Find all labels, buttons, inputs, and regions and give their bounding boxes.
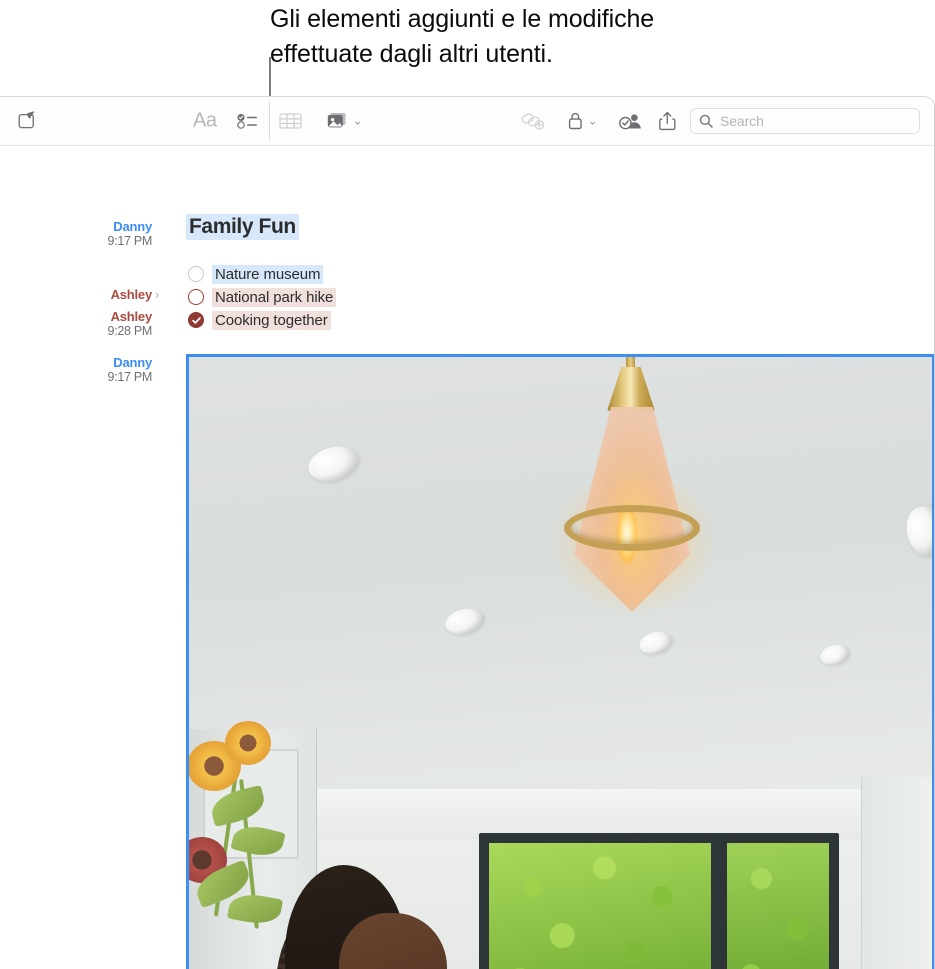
attribution-name: Ashley xyxy=(110,287,153,302)
attribution-time: 9:17 PM xyxy=(107,370,153,384)
attribution-danny-1[interactable]: Danny 9:17 PM xyxy=(52,219,153,249)
attribution-danny-2[interactable]: Danny 9:17 PM xyxy=(52,355,153,385)
search-icon xyxy=(699,114,713,128)
checklist-item-label: National park hike xyxy=(212,287,337,307)
toolbar-divider xyxy=(269,102,270,141)
compose-note-icon[interactable] xyxy=(17,111,37,131)
photo-sunflowers xyxy=(189,687,299,937)
attribution-ashley-1[interactable]: Ashley xyxy=(52,287,153,302)
note-title[interactable]: Family Fun xyxy=(186,214,299,240)
checklist-item-1[interactable]: National park hike xyxy=(188,287,337,307)
add-link-icon[interactable] xyxy=(521,112,546,131)
annotation-caption: Gli elementi aggiunti e le modifiche eff… xyxy=(270,5,655,68)
attribution-time: 9:28 PM xyxy=(107,324,153,338)
lock-chevron-down-icon[interactable]: ⌄ xyxy=(588,115,597,128)
checklist-icon[interactable] xyxy=(237,112,259,130)
note-photo-attachment[interactable] xyxy=(186,354,934,969)
checklist-item-label: Nature museum xyxy=(212,264,324,284)
photo-lamp-ring xyxy=(564,505,700,551)
checklist-item-2[interactable]: Cooking together xyxy=(188,310,331,330)
share-icon[interactable] xyxy=(659,111,676,131)
text-format-icon[interactable]: Aa xyxy=(193,109,217,133)
photo-image xyxy=(189,357,932,969)
attribution-ashley-2[interactable]: Ashley 9:28 PM xyxy=(52,309,153,339)
photo-foliage xyxy=(725,843,829,969)
checkbox-checked-icon[interactable] xyxy=(188,312,204,328)
photo-window-mullion xyxy=(713,833,727,969)
note-body: Danny 9:17 PM Ashley › Ashley 9:28 PM Da… xyxy=(0,146,934,969)
collaborate-icon[interactable] xyxy=(619,112,643,131)
attribution-name: Danny xyxy=(113,355,152,370)
checklist-item-0[interactable]: Nature museum xyxy=(188,264,324,284)
checklist-item-label: Cooking together xyxy=(212,310,331,330)
attribution-name: Danny xyxy=(113,219,152,234)
attribution-expand-chevron-right-icon[interactable]: › xyxy=(155,287,159,302)
media-chevron-down-icon[interactable]: ⌄ xyxy=(353,115,362,128)
toolbar: Aa ⌄ ⌄ Search xyxy=(0,97,934,146)
checkbox-unchecked-icon[interactable] xyxy=(188,266,204,282)
attribution-name: Ashley xyxy=(110,309,153,324)
photo-cabinet-right xyxy=(861,777,932,969)
photo-foliage xyxy=(489,843,711,969)
search-field[interactable]: Search xyxy=(690,108,920,134)
notes-window: Aa ⌄ ⌄ Search Danny 9:17 PM Ashley › Ash… xyxy=(0,96,935,969)
lock-icon[interactable]: ⌄ xyxy=(567,112,597,131)
search-placeholder: Search xyxy=(720,113,764,129)
text-format-label: Aa xyxy=(193,109,217,132)
photo-soffit xyxy=(309,789,869,839)
attribution-time: 9:17 PM xyxy=(107,234,153,248)
media-icon[interactable]: ⌄ xyxy=(325,112,362,131)
table-icon[interactable] xyxy=(279,112,302,131)
checkbox-unchecked-icon[interactable] xyxy=(188,289,204,305)
